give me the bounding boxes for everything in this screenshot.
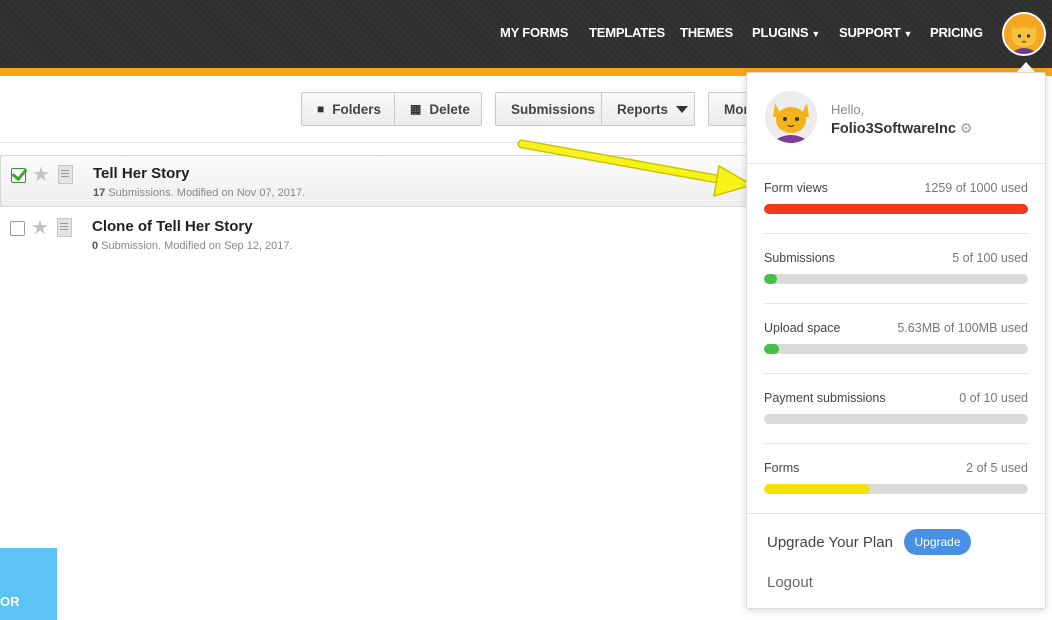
usage-value: 5.63MB of 100MB used [897,321,1028,335]
username-text: Folio3SoftwareInc [831,121,956,137]
logout-link[interactable]: Logout [767,574,813,591]
username: Folio3SoftwareInc ⚙ [831,120,972,137]
usage-bar-fill [764,344,779,354]
usage-bar [764,484,1028,494]
usage-divider [764,233,1028,234]
usage-label: Form views [764,181,828,195]
account-dropdown: Hello, Folio3SoftwareInc ⚙ Form views 125… [746,72,1046,609]
usage-bar-fill [764,274,778,284]
usage-bar-fill [764,484,870,494]
usage-divider [764,373,1028,374]
usage-label: Forms [764,461,800,475]
gear-icon[interactable]: ⚙ [960,120,973,136]
usage-divider [764,303,1028,304]
usage-payment-submissions: Payment submissions 0 of 10 used [764,391,1028,443]
usage-bar-fill [764,414,776,424]
usage-label: Upload space [764,321,841,335]
usage-form-views: Form views 1259 of 1000 used [764,181,1028,233]
usage-label: Payment submissions [764,391,886,405]
usage-value: 0 of 10 used [959,391,1028,405]
panel-divider [747,163,1045,164]
greeting: Hello, [831,102,865,117]
usage-upload-space: Upload space 5.63MB of 100MB used [764,321,1028,373]
usage-label: Submissions [764,251,835,265]
usage-bar [764,274,1028,284]
avatar-cat-icon [765,91,817,143]
usage-bar [764,344,1028,354]
usage-value: 2 of 5 used [966,461,1028,475]
upgrade-plan-link[interactable]: Upgrade Your Plan [767,534,893,551]
usage-bar-fill [764,204,1028,214]
usage-value: 1259 of 1000 used [924,181,1028,195]
usage-bar [764,414,1028,424]
usage-value: 5 of 100 used [952,251,1028,265]
panel-divider [747,513,1045,514]
usage-divider [764,443,1028,444]
usage-forms: Forms 2 of 5 used [764,461,1028,513]
upgrade-button[interactable]: Upgrade [904,529,971,555]
avatar [765,91,817,143]
usage-bar [764,204,1028,214]
usage-submissions: Submissions 5 of 100 used [764,251,1028,303]
